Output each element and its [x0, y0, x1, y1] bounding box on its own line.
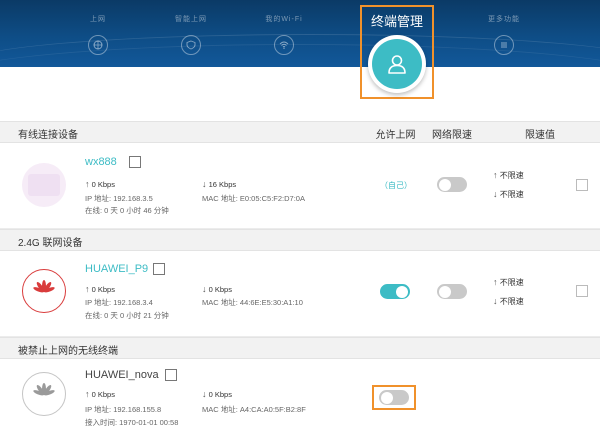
device-name[interactable]: HUAWEI_P9 [85, 263, 148, 275]
top-navigation-bar: 上网 智能上网 我的Wi-Fi 更多功能 [0, 0, 600, 67]
edit-limit-icon[interactable] [576, 285, 588, 297]
ip-address: IP 地址: 192.168.3.4 [85, 298, 153, 307]
nav-item-label: 上网 [90, 16, 106, 23]
speed-limit-toggle[interactable] [437, 284, 467, 299]
upload-limit: ↑ 不限速 [493, 170, 524, 180]
user-icon [372, 39, 422, 89]
allow-internet-toggle[interactable] [380, 284, 410, 299]
section-title: 2.4G 联网设备 [18, 238, 83, 249]
section-title: 有线连接设备 [18, 130, 78, 141]
speed-limit-toggle[interactable] [437, 177, 467, 192]
nav-item-label: 智能上网 [175, 16, 207, 23]
tab-title: 终端管理 [370, 14, 423, 29]
shield-icon [181, 35, 201, 55]
mac-address: MAC 地址: 44:6E:E5:30:A1:10 [202, 298, 303, 307]
nav-item-smart[interactable]: 智能上网 [161, 14, 221, 55]
edit-name-icon[interactable] [153, 263, 165, 275]
arrow-up-icon: ↑ [85, 389, 90, 399]
arrow-up-icon: ↑ [85, 179, 90, 189]
upload-speed: ↑ 0 Kbps [85, 284, 115, 294]
wifi-icon [274, 35, 294, 55]
access-time: 接入时间: 1970-01-01 00:58 [85, 418, 179, 427]
device-name[interactable]: wx888 [85, 156, 117, 168]
edit-limit-icon[interactable] [576, 179, 588, 191]
table-row: HUAWEI_P9 ↑ 0 Kbps ↓ 0 Kbps IP 地址: 192.1… [0, 251, 600, 337]
section-title: 被禁止上网的无线终端 [18, 346, 118, 357]
nav-item-more[interactable]: 更多功能 [474, 14, 534, 55]
nav-item-label: 更多功能 [488, 16, 520, 23]
self-label: （自己） [380, 181, 412, 190]
download-limit: ↓ 不限速 [493, 296, 524, 306]
edit-name-icon[interactable] [129, 156, 141, 168]
allow-internet-toggle[interactable] [379, 390, 409, 405]
online-time: 在线: 0 天 0 小时 46 分钟 [85, 206, 169, 215]
column-header-limit: 网络限速 [432, 130, 472, 141]
section-header-wired: 有线连接设备 允许上网 网络限速 限速值 [0, 121, 600, 143]
edit-name-icon[interactable] [165, 369, 177, 381]
download-speed: ↓ 0 Kbps [202, 284, 232, 294]
arrow-down-icon: ↓ [202, 389, 207, 399]
section-header-blocked: 被禁止上网的无线终端 [0, 337, 600, 359]
download-limit: ↓ 不限速 [493, 189, 524, 199]
upload-speed: ↑ 0 Kbps [85, 389, 115, 399]
user-badge [368, 35, 426, 93]
nav-item-internet[interactable]: 上网 [68, 14, 128, 55]
upload-limit: ↑ 不限速 [493, 277, 524, 287]
ip-address: IP 地址: 192.168.155.8 [85, 405, 162, 414]
mac-address: MAC 地址: A4:CA:A0:5F:B2:8F [202, 405, 306, 414]
menu-icon [494, 35, 514, 55]
nav-item-label: 我的Wi-Fi [265, 16, 303, 23]
section-header-wireless: 2.4G 联网设备 [0, 229, 600, 251]
globe-icon [88, 35, 108, 55]
tab-terminal-management[interactable]: 终端管理 [360, 5, 434, 99]
arrow-up-icon: ↑ [493, 170, 498, 180]
column-header-limit-value: 限速值 [525, 130, 555, 141]
device-name[interactable]: HUAWEI_nova [85, 369, 159, 381]
arrow-up-icon: ↑ [493, 277, 498, 287]
nav-item-wifi[interactable]: 我的Wi-Fi [254, 14, 314, 55]
arrow-up-icon: ↑ [85, 284, 90, 294]
mac-address: MAC 地址: E0:05:C5:F2:D7:0A [202, 194, 305, 203]
device-avatar [22, 163, 66, 207]
ip-address: IP 地址: 192.168.3.5 [85, 194, 153, 203]
arrow-down-icon: ↓ [202, 179, 207, 189]
online-time: 在线: 0 天 0 小时 21 分钟 [85, 311, 169, 320]
table-row: HUAWEI_nova ↑ 0 Kbps ↓ 0 Kbps IP 地址: 192… [0, 359, 600, 434]
huawei-logo-icon [22, 269, 66, 313]
table-row: wx888 ↑ 0 Kbps ↓ 16 Kbps IP 地址: 192.168.… [0, 143, 600, 229]
arrow-down-icon: ↓ [202, 284, 207, 294]
huawei-logo-icon [22, 372, 66, 416]
arrow-down-icon: ↓ [493, 189, 498, 199]
column-header-allow: 允许上网 [375, 130, 416, 141]
download-speed: ↓ 0 Kbps [202, 389, 232, 399]
arrow-down-icon: ↓ [493, 296, 498, 306]
download-speed: ↓ 16 Kbps [202, 179, 237, 189]
upload-speed: ↑ 0 Kbps [85, 179, 115, 189]
